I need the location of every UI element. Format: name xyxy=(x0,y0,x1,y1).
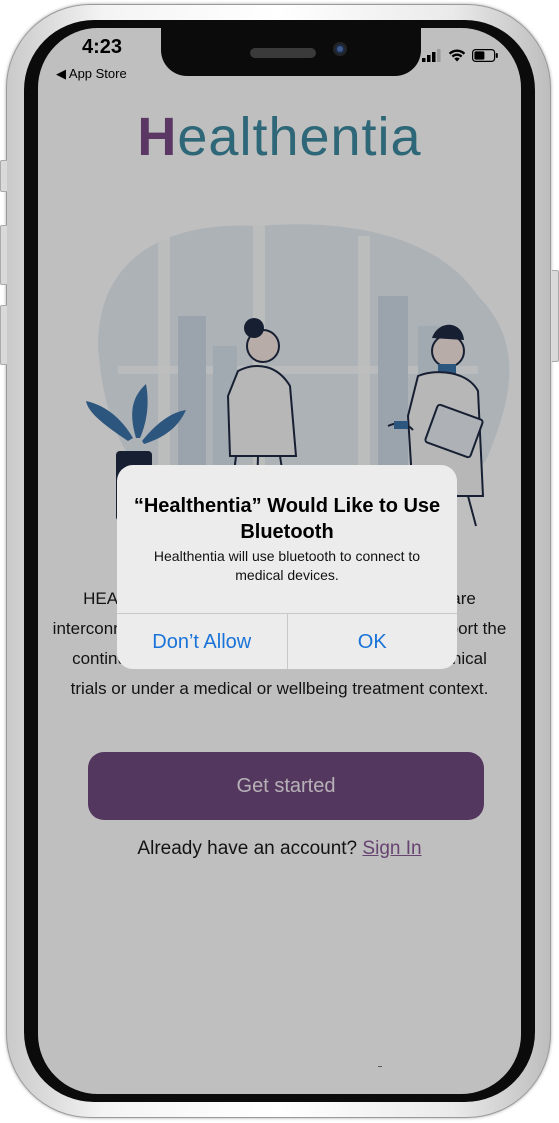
status-time: 4:23 xyxy=(82,36,123,58)
speaker-grille xyxy=(250,48,316,58)
signal-icon xyxy=(422,49,441,62)
alert-message: Healthentia will use bluetooth to connec… xyxy=(153,548,421,583)
side-button-power xyxy=(552,270,559,362)
side-button-volume-up xyxy=(0,225,7,285)
ok-button[interactable]: OK xyxy=(286,614,458,669)
front-camera-icon xyxy=(333,42,347,56)
notch xyxy=(161,28,421,76)
alert-title: “Healthentia” Would Like to Use Bluetoot… xyxy=(133,495,441,543)
dont-allow-button[interactable]: Don’t Allow xyxy=(117,614,287,669)
status-icons xyxy=(422,49,499,62)
alert-button-row: Don’t Allow OK xyxy=(117,613,457,669)
bluetooth-permission-alert: “Healthentia” Would Like to Use Bluetoot… xyxy=(117,465,457,669)
side-button-volume-down xyxy=(0,305,7,365)
phone-screen: 4:23 ◀ App Store Healthentia are interco… xyxy=(38,28,521,1094)
back-to-app-store-link[interactable]: ◀ App Store xyxy=(56,66,127,82)
side-button-mute xyxy=(0,160,7,192)
wifi-icon xyxy=(448,49,466,62)
battery-icon xyxy=(472,49,498,62)
